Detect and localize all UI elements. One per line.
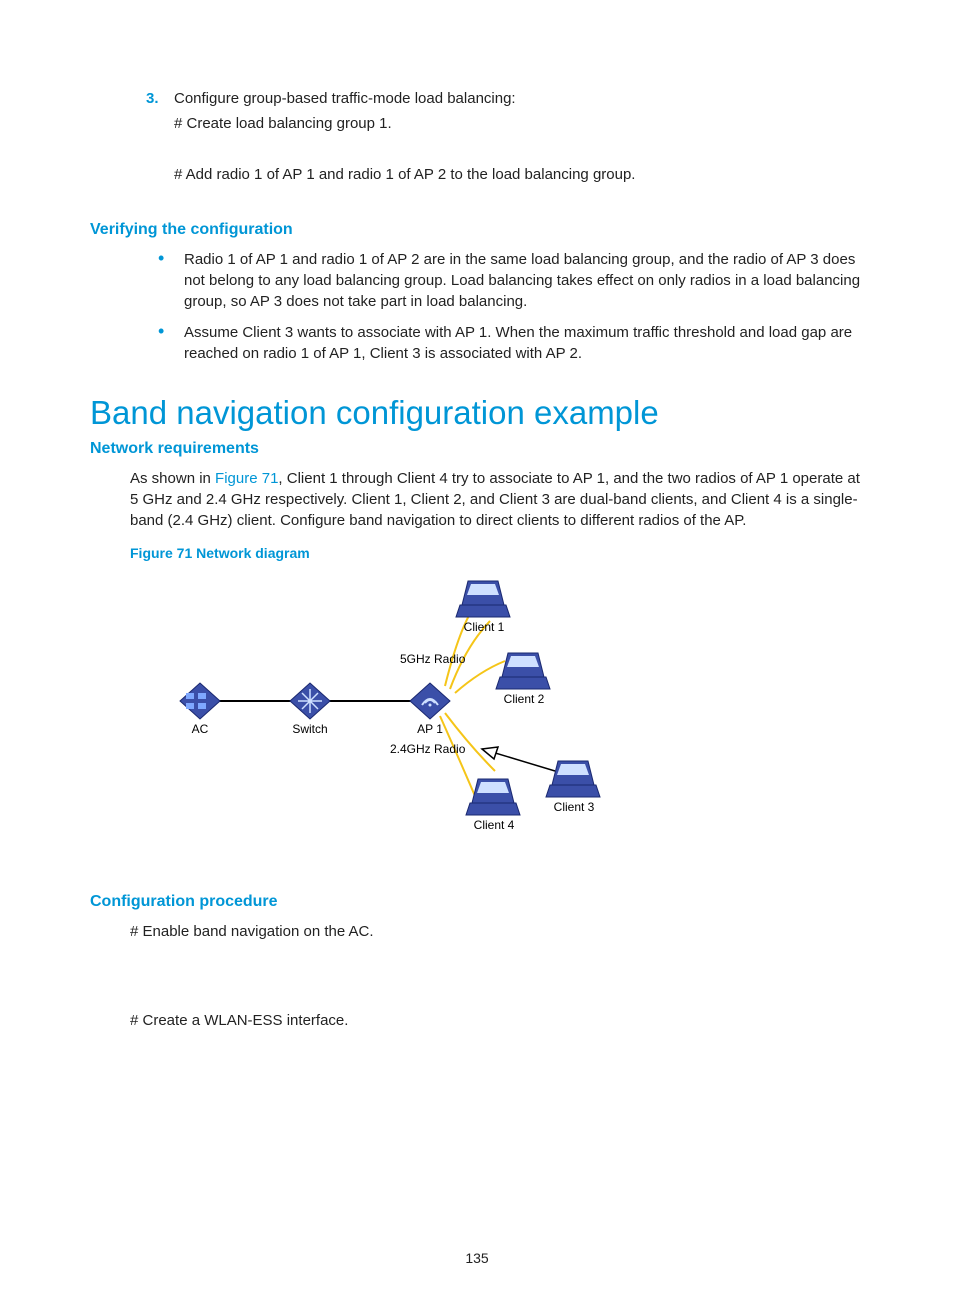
ac-label: AC xyxy=(192,722,209,736)
list-text: Assume Client 3 wants to associate with … xyxy=(184,322,864,364)
client2-label: Client 2 xyxy=(504,692,545,706)
client4-label: Client 4 xyxy=(474,818,515,832)
ordered-step-3: 3. Configure group-based traffic-mode lo… xyxy=(90,90,864,107)
step-number: 3. xyxy=(146,90,174,107)
figure-reference-link[interactable]: Figure 71 xyxy=(215,470,278,487)
radio-24ghz-label: 2.4GHz Radio xyxy=(390,742,466,756)
ap1-node-icon xyxy=(410,683,450,719)
ap1-label: AP 1 xyxy=(417,722,443,736)
heading-network-requirements: Network requirements xyxy=(90,440,864,458)
heading-config-procedure: Configuration procedure xyxy=(90,893,864,911)
client3-laptop-icon xyxy=(546,761,600,797)
list-item: • Assume Client 3 wants to associate wit… xyxy=(158,322,864,364)
network-diagram: AC Switch AP 1 5GHz Radio 2.4GHz Radio xyxy=(160,571,864,855)
step-text: Configure group-based traffic-mode load … xyxy=(174,90,864,107)
client3-label: Client 3 xyxy=(554,800,595,814)
ac-node-icon xyxy=(180,683,220,719)
procedure-step: # Enable band navigation on the AC. xyxy=(130,921,864,942)
client2-laptop-icon xyxy=(496,653,550,689)
heading-main: Band navigation configuration example xyxy=(90,394,864,432)
text-pre: As shown in xyxy=(130,470,215,487)
heading-verifying: Verifying the configuration xyxy=(90,221,864,239)
client1-label: Client 1 xyxy=(464,620,505,634)
page-number: 135 xyxy=(90,1250,864,1266)
switch-node-icon xyxy=(290,683,330,719)
step-subtext: # Create load balancing group 1. xyxy=(174,115,864,132)
document-page: 3. Configure group-based traffic-mode lo… xyxy=(0,0,954,1296)
switch-label: Switch xyxy=(292,722,327,736)
step-subtext: # Add radio 1 of AP 1 and radio 1 of AP … xyxy=(174,166,864,183)
client1-laptop-icon xyxy=(456,581,510,617)
list-item: • Radio 1 of AP 1 and radio 1 of AP 2 ar… xyxy=(158,249,864,312)
bullet-list: • Radio 1 of AP 1 and radio 1 of AP 2 ar… xyxy=(158,249,864,364)
bullet-icon: • xyxy=(158,249,184,312)
procedure-step: # Create a WLAN-ESS interface. xyxy=(130,1010,864,1031)
client4-laptop-icon xyxy=(466,779,520,815)
bullet-icon: • xyxy=(158,322,184,364)
paragraph: As shown in Figure 71, Client 1 through … xyxy=(130,468,864,531)
figure-caption: Figure 71 Network diagram xyxy=(130,545,864,561)
radio-5ghz-label: 5GHz Radio xyxy=(400,652,466,666)
list-text: Radio 1 of AP 1 and radio 1 of AP 2 are … xyxy=(184,249,864,312)
